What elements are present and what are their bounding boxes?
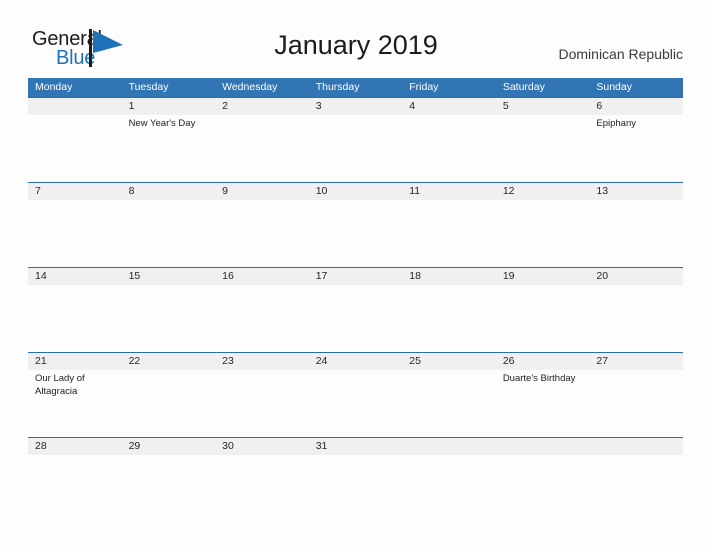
day-events-cell-empty [215,370,309,438]
weekday-header-friday: Friday [402,78,496,98]
day-events-cell[interactable]: Our Lady of Altagracia [28,370,122,438]
day-events-cell-empty [402,200,496,268]
page-header: General Blue January 2019 Dominican Repu… [0,0,712,76]
day-events-cell-empty [589,455,683,488]
day-events-cell-empty [215,115,309,183]
day-number-cell[interactable]: 27 [589,352,683,370]
day-number-cell[interactable]: 8 [121,182,216,200]
day-events-cell-empty [589,370,683,438]
day-number-cell[interactable]: 31 [308,437,403,455]
event-label: Epiphany [596,118,636,129]
day-number-cell[interactable]: 16 [215,267,309,285]
day-events-cell-empty [308,285,403,353]
weekday-header-thursday: Thursday [308,78,403,98]
day-events-cell[interactable]: Duarte's Birthday [495,370,590,438]
week-event-row [28,455,683,488]
day-events-cell-empty [28,455,122,488]
day-number-cell[interactable]: 11 [402,182,496,200]
day-number-cell[interactable]: 17 [308,267,403,285]
day-number-cell[interactable]: 22 [121,352,216,370]
calendar-body: 1 2 3 4 5 6 New Year's Day Epiphany 7 8 9 10 11 12 13 1… [28,97,683,488]
day-number-cell[interactable]: 14 [28,267,122,285]
week-date-row: 14 15 16 17 18 19 20 [28,267,683,285]
day-events-cell-empty [121,200,216,268]
day-number-cell[interactable]: 10 [308,182,403,200]
weekday-header-tuesday: Tuesday [121,78,216,98]
day-events-cell-empty [402,455,496,488]
day-number-cell[interactable]: 5 [495,97,590,115]
day-number-cell[interactable]: 1 [121,97,216,115]
day-number-cell-empty [402,437,496,455]
day-number-cell[interactable]: 13 [589,182,683,200]
week-date-row: 123456 [28,97,683,115]
day-number-cell[interactable]: 28 [28,437,122,455]
week-date-row: 28 29 30 31 [28,437,683,455]
day-events-cell-empty [215,455,309,488]
week-date-row: 7 8 9 10 11 12 13 [28,182,683,200]
day-events-cell[interactable]: New Year's Day [121,115,216,183]
day-events-cell-empty [308,370,403,438]
day-events-cell-empty [121,285,216,353]
weekday-header-wednesday: Wednesday [215,78,309,98]
day-events-cell-empty [589,200,683,268]
week-event-row [28,200,683,268]
day-events-cell-empty [121,455,216,488]
day-events-cell-empty [28,115,122,183]
weekday-header-monday: Monday [28,78,122,98]
day-events-cell-empty [308,455,403,488]
event-label: New Year's Day [128,118,196,129]
day-number-cell[interactable]: 4 [402,97,496,115]
day-events-cell-empty [28,200,122,268]
day-events-cell-empty [495,285,590,353]
calendar-table: Monday Tuesday Wednesday Thursday Friday… [28,78,683,488]
day-events-cell-empty [495,455,590,488]
day-number-cell[interactable]: 3 [308,97,403,115]
weekday-header-saturday: Saturday [495,78,590,98]
week-event-row [28,285,683,353]
day-number-cell[interactable]: 2 [215,97,309,115]
day-events-cell-empty [28,285,122,353]
day-number-cell[interactable]: 18 [402,267,496,285]
day-number-cell[interactable]: 26 [495,352,590,370]
week-event-row: New Year's Day Epiphany [28,115,683,183]
day-events-cell-empty [402,285,496,353]
day-number-cell[interactable]: 9 [215,182,309,200]
day-events-cell-empty [215,200,309,268]
day-number-cell[interactable]: 25 [402,352,496,370]
weekday-header-sunday: Sunday [589,78,683,98]
day-number-cell[interactable]: 7 [28,182,122,200]
day-events-cell-empty [402,370,496,438]
event-label: Duarte's Birthday [502,373,576,384]
day-number-cell-empty [495,437,590,455]
day-number-cell[interactable]: 20 [589,267,683,285]
day-number-cell-empty [589,437,683,455]
week-date-row: 21 22 23 24 25 26 27 [28,352,683,370]
day-events-cell-empty [495,200,590,268]
day-events-cell-empty [402,115,496,183]
day-number-cell[interactable]: 23 [215,352,309,370]
week-event-row: Our Lady of Altagracia Duarte's Birthday [28,370,683,438]
day-events-cell-empty [308,200,403,268]
day-number-cell[interactable]: 24 [308,352,403,370]
day-events-cell-empty [215,285,309,353]
calendar-page: General Blue January 2019 Dominican Repu… [0,0,712,550]
day-number-cell[interactable]: 29 [121,437,216,455]
day-number-cell[interactable]: 19 [495,267,590,285]
day-events-cell[interactable]: Epiphany [589,115,683,183]
region-label: Dominican Republic [558,46,683,62]
event-label: Our Lady of Altagracia [35,373,85,397]
day-events-cell-empty [308,115,403,183]
day-number-cell[interactable]: 21 [28,352,122,370]
day-number-cell-empty [28,97,122,115]
calendar-header-row: Monday Tuesday Wednesday Thursday Friday… [28,78,683,98]
day-events-cell-empty [121,370,216,438]
day-events-cell-empty [589,285,683,353]
day-number-cell[interactable]: 30 [215,437,309,455]
day-number-cell[interactable]: 6 [589,97,683,115]
day-events-cell-empty [495,115,590,183]
day-number-cell[interactable]: 12 [495,182,590,200]
day-number-cell[interactable]: 15 [121,267,216,285]
